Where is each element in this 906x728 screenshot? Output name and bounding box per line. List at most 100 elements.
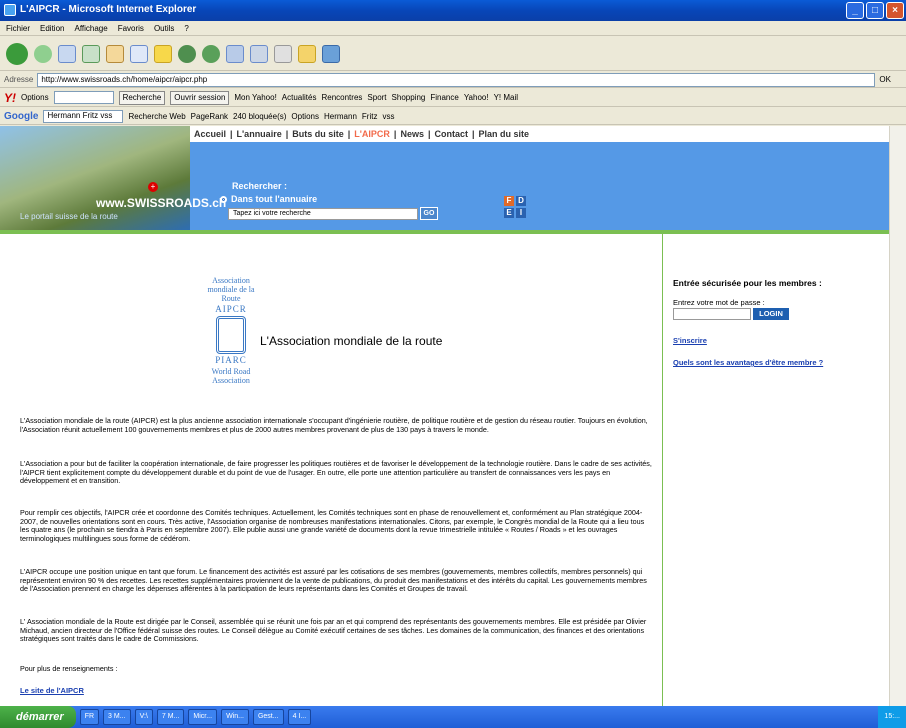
- yahoo-logo-icon[interactable]: Y!: [4, 91, 16, 105]
- piarc-emblem-icon: [216, 316, 246, 354]
- taskbar-item[interactable]: V:\: [134, 709, 153, 725]
- home-icon[interactable]: [106, 44, 124, 63]
- menu-help[interactable]: ?: [184, 24, 188, 33]
- site-search-go-button[interactable]: GO: [420, 207, 438, 220]
- search-scope-radio[interactable]: Dans tout l'annuaire: [220, 194, 317, 204]
- standard-toolbar: [0, 37, 906, 71]
- taskbar-item[interactable]: 3 M...: [103, 709, 131, 725]
- address-input[interactable]: http://www.swissroads.ch/home/aipcr/aipc…: [37, 72, 876, 87]
- taskbar-item[interactable]: Win...: [221, 709, 249, 725]
- site-search-input[interactable]: Tapez ici votre recherche: [228, 208, 418, 220]
- google-highlight-hermann[interactable]: Hermann: [324, 112, 357, 121]
- search-icon[interactable]: [130, 44, 148, 63]
- aipcr-site-link[interactable]: Le site de l'AIPCR: [20, 686, 84, 695]
- site-nav: Accueil | L'annuaire | Buts du site | L'AIP…: [190, 126, 889, 142]
- page-title: L'Association mondiale de la route: [260, 334, 443, 348]
- google-pagerank[interactable]: PageRank: [191, 112, 228, 121]
- benefits-link[interactable]: Quels sont les avantages d'être membre ?: [673, 358, 823, 367]
- start-button[interactable]: démarrer: [0, 706, 76, 728]
- google-options[interactable]: Options: [291, 112, 319, 121]
- more-info-label: Pour plus de renseignements :: [20, 664, 118, 673]
- menu-favoris[interactable]: Favoris: [118, 24, 144, 33]
- edit-icon[interactable]: [274, 44, 292, 63]
- members-sidebar: Entrée sécurisée pour les membres : Entr…: [662, 234, 889, 706]
- lang-d[interactable]: D: [516, 196, 526, 206]
- menu-fichier[interactable]: Fichier: [6, 24, 30, 33]
- yahoo-shopping[interactable]: Shopping: [392, 93, 426, 102]
- taskbar-item[interactable]: FR: [79, 709, 100, 725]
- yahoo-news[interactable]: Actualités: [282, 93, 317, 102]
- system-tray-clock: 15:...: [878, 706, 906, 728]
- yahoo-search-input[interactable]: [53, 91, 114, 104]
- minimize-button[interactable]: _: [846, 2, 864, 19]
- back-icon[interactable]: [6, 42, 28, 65]
- google-logo[interactable]: Google: [4, 111, 38, 122]
- google-search-input[interactable]: Hermann Fritz vss: [43, 109, 124, 123]
- google-highlight-fritz[interactable]: Fritz: [362, 112, 378, 121]
- stop-icon[interactable]: [58, 44, 76, 63]
- menu-affichage[interactable]: Affichage: [74, 24, 107, 33]
- members-title: Entrée sécurisée pour les membres :: [673, 278, 822, 288]
- menu-edition[interactable]: Edition: [40, 24, 64, 33]
- paragraph: L' Association mondiale de la Route est …: [20, 617, 647, 644]
- aipcr-logo: Association mondiale de la Route AIPCR P…: [207, 276, 255, 385]
- yahoo-sport[interactable]: Sport: [367, 93, 386, 102]
- close-button[interactable]: ×: [886, 2, 904, 19]
- mail-icon[interactable]: [226, 44, 244, 63]
- history-icon[interactable]: [202, 44, 220, 63]
- yahoo-open-session[interactable]: Ouvrir session: [170, 90, 230, 105]
- lang-i[interactable]: I: [516, 208, 526, 218]
- password-label: Entrez votre mot de passe :: [673, 298, 765, 307]
- maximize-button[interactable]: □: [866, 2, 884, 19]
- google-highlight-vss[interactable]: vss: [382, 112, 394, 121]
- google-popups-blocked[interactable]: 240 bloquée(s): [233, 112, 286, 121]
- refresh-icon[interactable]: [82, 44, 100, 63]
- favorites-icon[interactable]: [154, 44, 172, 63]
- lang-f[interactable]: F: [504, 196, 514, 206]
- paragraph: L'Association a pour but de faciliter la…: [20, 459, 652, 486]
- media-icon[interactable]: [178, 44, 196, 63]
- login-button[interactable]: LOGIN: [753, 308, 789, 320]
- ie-icon: [4, 4, 16, 16]
- yahoo-my-yahoo[interactable]: Mon Yahoo!: [234, 93, 276, 102]
- address-go-button[interactable]: OK: [879, 75, 891, 84]
- menu-outils[interactable]: Outils: [154, 24, 174, 33]
- main-content: Association mondiale de la Route AIPCR P…: [0, 234, 662, 706]
- print-icon[interactable]: [250, 44, 268, 63]
- paragraph: L'AIPCR occupe une position unique en ta…: [20, 567, 647, 594]
- nav-buts[interactable]: Buts du site: [292, 129, 344, 139]
- taskbar-item[interactable]: Micr...: [188, 709, 218, 725]
- window-title: L'AIPCR - Microsoft Internet Explorer: [20, 4, 197, 15]
- nav-annuaire[interactable]: L'annuaire: [237, 129, 282, 139]
- radio-icon[interactable]: [220, 196, 227, 204]
- paragraph: Pour remplir ces objectifs, l'AIPCR crée…: [20, 508, 645, 543]
- nav-accueil[interactable]: Accueil: [194, 129, 226, 139]
- address-label: Adresse: [4, 75, 34, 84]
- paragraph: L'Association mondiale de la route (AIPC…: [20, 416, 648, 434]
- yahoo-search-button[interactable]: Recherche: [118, 90, 166, 105]
- yahoo-home[interactable]: Yahoo!: [464, 93, 489, 102]
- taskbar-item[interactable]: 7 M...: [156, 709, 185, 725]
- swiss-cross-icon: +: [148, 182, 158, 192]
- google-toolbar: Google Hermann Fritz vss Recherche Web P…: [0, 108, 906, 125]
- yahoo-dating[interactable]: Rencontres: [321, 93, 362, 102]
- site-name[interactable]: www.SWISSROADS.ch: [96, 196, 226, 210]
- yahoo-options[interactable]: Options: [21, 93, 49, 102]
- taskbar-item[interactable]: 4 I...: [287, 709, 312, 725]
- lang-e[interactable]: E: [504, 208, 514, 218]
- password-input[interactable]: [673, 308, 751, 320]
- yahoo-finance[interactable]: Finance: [430, 93, 458, 102]
- yahoo-mail[interactable]: Y! Mail: [494, 93, 518, 102]
- google-web-search[interactable]: Recherche Web: [128, 112, 185, 121]
- nav-aipcr[interactable]: L'AIPCR: [354, 129, 390, 139]
- messenger-icon[interactable]: [322, 44, 340, 63]
- nav-news[interactable]: News: [400, 129, 424, 139]
- discuss-icon[interactable]: [298, 44, 316, 63]
- page-viewport: Accueil | L'annuaire | Buts du site | L'AIP…: [0, 126, 906, 706]
- register-link[interactable]: S'inscrire: [673, 336, 707, 345]
- vertical-scrollbar[interactable]: [889, 126, 906, 706]
- taskbar-item[interactable]: Gest...: [252, 709, 284, 725]
- nav-plan[interactable]: Plan du site: [479, 129, 530, 139]
- nav-contact[interactable]: Contact: [435, 129, 469, 139]
- forward-icon[interactable]: [34, 44, 52, 63]
